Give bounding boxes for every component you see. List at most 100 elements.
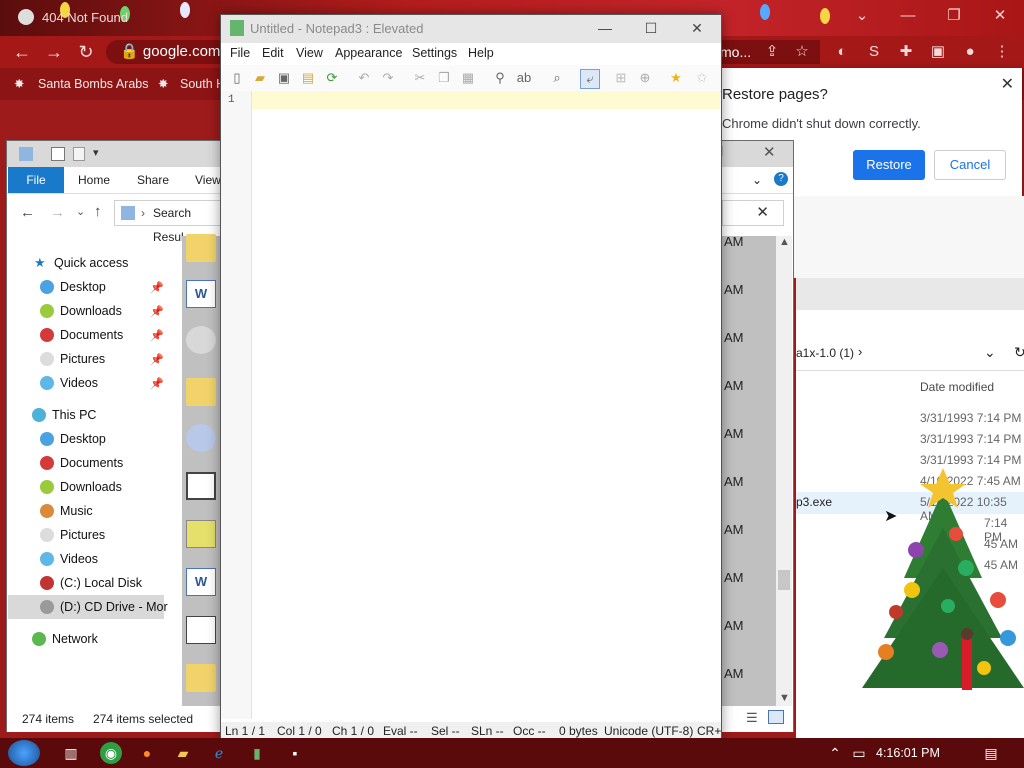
menu-help[interactable]: Help [468, 46, 494, 60]
pin-icon[interactable]: 📌 [150, 305, 164, 318]
share-icon[interactable]: ⇪ [760, 40, 784, 64]
zoom-icon[interactable]: ⌕ [548, 69, 566, 87]
tab-home[interactable]: Home [78, 167, 110, 193]
new-folder-icon[interactable] [73, 147, 85, 161]
folder-icon[interactable] [186, 520, 216, 548]
back-icon[interactable]: ← [8, 36, 36, 68]
search-box-clear[interactable]: ✕ [722, 200, 784, 226]
back-icon[interactable]: ← [20, 204, 35, 221]
scroll-down-icon[interactable]: ▼ [779, 692, 790, 704]
find-icon[interactable]: ⚲ [491, 69, 509, 87]
word-doc-icon[interactable]: W [186, 568, 216, 596]
toggle-folds-icon[interactable]: ⊞ [612, 69, 630, 87]
chevron-down-icon[interactable]: ▾ [93, 146, 99, 159]
save-as-icon[interactable]: ▤ [299, 69, 317, 87]
replace-icon[interactable]: ab [515, 69, 533, 87]
close-icon[interactable]: ✕ [1001, 74, 1014, 94]
menu-view[interactable]: View [296, 46, 323, 60]
reload-icon[interactable]: ⟳ [323, 69, 341, 87]
add-favorite-icon[interactable]: ✩ [693, 69, 711, 87]
sidepanel-icon[interactable]: ▣ [926, 40, 950, 64]
vertical-scrollbar[interactable]: ▲ ▼ [776, 236, 792, 706]
chevron-down-icon[interactable]: ⌄ [752, 167, 762, 193]
copy-icon[interactable]: ❐ [435, 69, 453, 87]
tab-share[interactable]: Share [137, 167, 169, 193]
forward-icon[interactable]: → [40, 36, 68, 68]
chrome-tab[interactable]: 404 Not Found [8, 4, 218, 32]
pin-icon[interactable]: 📌 [150, 353, 164, 366]
maximize-button[interactable]: ☐ [628, 17, 674, 39]
cd-icon[interactable] [186, 424, 216, 452]
column-date-modified[interactable]: Date modified [920, 380, 994, 394]
large-icons-view-icon[interactable] [768, 710, 784, 724]
file-explorer-icon[interactable]: ▰ [172, 742, 194, 764]
folder-icon[interactable] [186, 234, 216, 262]
save-icon[interactable]: ▣ [275, 69, 293, 87]
properties-icon[interactable] [51, 147, 65, 161]
refresh-icon[interactable]: ↻ [1014, 344, 1024, 361]
chevron-up-icon[interactable]: ⌃ [824, 742, 846, 764]
chrome-icon[interactable]: ◉ [100, 742, 122, 764]
undo-icon[interactable]: ↶ [355, 69, 373, 87]
maximize-button[interactable]: ❐ [932, 2, 976, 30]
notepad3-taskbar-icon[interactable]: ▮ [246, 742, 268, 764]
explorer2-file-name[interactable]: p3.exe [796, 495, 832, 509]
firefox-icon[interactable]: ● [136, 742, 158, 764]
folder-icon[interactable] [186, 664, 216, 692]
word-wrap-icon[interactable]: ⤶ [580, 69, 600, 89]
open-folder-icon[interactable]: ▰ [251, 69, 269, 87]
extension-flag-icon[interactable]: ◐ [830, 40, 854, 64]
profile-icon[interactable]: ● [958, 40, 982, 64]
address-bar[interactable]: 🔒 google.com/ [106, 40, 226, 64]
folder-icon[interactable] [186, 378, 216, 406]
restore-button[interactable]: Restore [853, 150, 925, 180]
close-icon[interactable]: ✕ [756, 204, 769, 221]
minimize-button[interactable]: — [582, 17, 628, 39]
clock[interactable]: 4:16:01 PM [876, 746, 940, 760]
menu-settings[interactable]: Settings [412, 46, 457, 60]
bookmark-south[interactable]: South H [180, 68, 225, 100]
app-taskbar-icon[interactable]: ▪ [284, 742, 306, 764]
menu-icon[interactable]: ⋮ [990, 40, 1014, 64]
zoom-in-icon[interactable]: ⊕ [636, 69, 654, 87]
network-icon[interactable]: ▭ [848, 742, 870, 764]
window-icon[interactable] [186, 472, 216, 500]
paste-icon[interactable]: ▦ [459, 69, 477, 87]
bookmark-santa[interactable]: Santa Bombs Arabs [38, 68, 148, 100]
recent-dropdown-icon[interactable]: ⌄ [76, 205, 85, 218]
tab-file[interactable]: File [8, 167, 64, 193]
menu-edit[interactable]: Edit [262, 46, 284, 60]
cancel-button[interactable]: Cancel [934, 150, 1006, 180]
pin-icon[interactable]: 📌 [150, 329, 164, 342]
internet-explorer-icon[interactable]: ℯ [208, 742, 230, 764]
favorites-icon[interactable]: ★ [667, 69, 685, 87]
star-icon[interactable]: ☆ [790, 40, 814, 64]
task-view-icon[interactable]: ▥ [60, 742, 82, 764]
text-editor-current-line[interactable] [252, 91, 720, 109]
folder-open-icon[interactable] [186, 616, 216, 644]
explorer2-path[interactable]: a1x-1.0 (1) › ⌄ ↻ [796, 338, 1024, 371]
cut-icon[interactable]: ✂ [411, 69, 429, 87]
pin-icon[interactable]: 📌 [150, 377, 164, 390]
reload-icon[interactable]: ↻ [72, 36, 100, 68]
minimize-button[interactable]: — [886, 2, 930, 30]
redo-icon[interactable]: ↷ [379, 69, 397, 87]
chevron-down-icon[interactable]: ⌄ [984, 344, 996, 361]
menu-appearance[interactable]: Appearance [335, 46, 402, 60]
tab-view[interactable]: View [195, 167, 221, 193]
word-doc-icon[interactable]: W [186, 280, 216, 308]
menu-file[interactable]: File [230, 46, 250, 60]
forward-icon[interactable]: → [50, 204, 65, 221]
up-icon[interactable]: ↑ [94, 203, 102, 220]
scroll-thumb[interactable] [778, 570, 790, 590]
close-button[interactable]: ✕ [978, 2, 1022, 30]
close-button[interactable]: ✕ [763, 143, 776, 161]
new-file-icon[interactable]: ▯ [228, 69, 246, 87]
extension-s-icon[interactable]: S [862, 40, 886, 64]
puzzle-icon[interactable]: ✚ [894, 40, 918, 64]
start-button[interactable] [8, 740, 40, 766]
notification-icon[interactable]: ▤ [980, 742, 1002, 764]
chevron-down-icon[interactable]: ⌄ [840, 2, 884, 30]
help-icon[interactable]: ? [774, 172, 788, 186]
details-view-icon[interactable]: ☰ [746, 710, 758, 726]
